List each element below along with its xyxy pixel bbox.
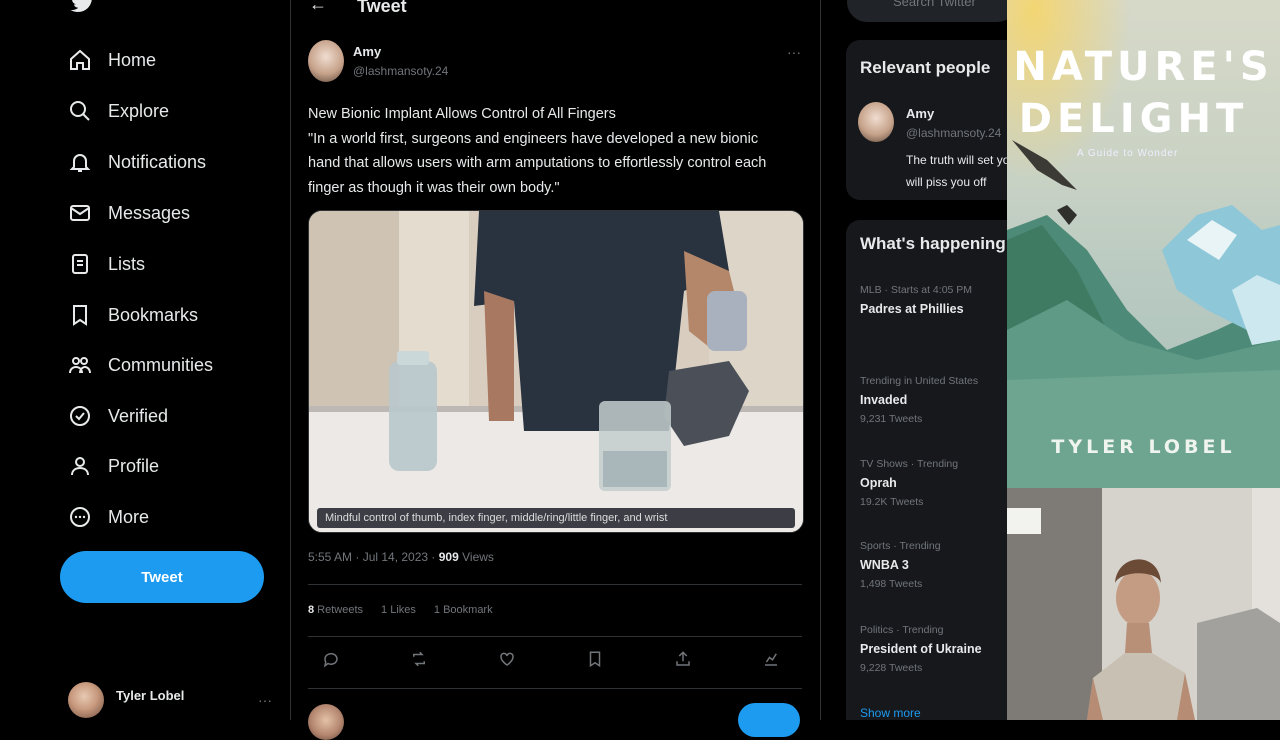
like-icon[interactable] — [497, 649, 517, 669]
book-subtitle: A Guide to Wonder — [1077, 148, 1179, 159]
nav-label-explore: Explore — [108, 100, 170, 121]
reply-avatar — [308, 704, 344, 740]
views-count: 909 — [438, 550, 459, 564]
tweet-text-line: finger as though it was their own body." — [308, 179, 560, 196]
tweet-timestamp[interactable]: 5:55 AM · Jul 14, 2023 · — [308, 550, 439, 564]
retweets-stat[interactable]: 8 Retweets — [308, 604, 363, 616]
author-handle[interactable]: @lashmansoty.24 — [353, 64, 448, 78]
tweet-actions — [321, 649, 781, 669]
tweet-button[interactable]: Tweet — [60, 551, 264, 603]
nav-label-verified: Verified — [108, 405, 169, 426]
tweet-text: New Bionic Implant Allows Control of All… — [308, 102, 802, 200]
trend-item[interactable]: Politics · Trending President of Ukraine… — [860, 624, 982, 674]
nav-label-more: More — [108, 506, 150, 527]
book-author: TYLER LOBEL — [1051, 436, 1236, 458]
relevant-bio: The truth will set you will piss you off — [906, 153, 1007, 189]
tweet-meta: 5:55 AM · Jul 14, 2023 · 909 Views — [308, 550, 494, 564]
webcam-feed-image — [1007, 488, 1280, 720]
relevant-people-title: Relevant people — [860, 58, 991, 77]
video-frame-image — [309, 211, 803, 532]
relevant-name[interactable]: Amy — [906, 106, 934, 121]
nav-label-bookmarks: Bookmarks — [108, 304, 199, 325]
mail-icon — [66, 199, 94, 227]
nav-profile[interactable]: Profile — [66, 446, 159, 486]
nav-home[interactable]: Home — [66, 40, 156, 80]
likes-stat[interactable]: 1 Likes — [381, 604, 416, 616]
nav-more[interactable]: More — [66, 497, 149, 537]
author-name[interactable]: Amy — [353, 44, 381, 59]
nav-bookmarks[interactable]: Bookmarks — [66, 295, 198, 335]
show-more-link[interactable]: Show more — [860, 706, 921, 720]
page-header: ← Tweet — [291, 0, 820, 16]
left-navigation: Home Explore Notifications Messages List… — [0, 0, 290, 720]
retweet-icon[interactable] — [409, 649, 429, 669]
nav-label-notifications: Notifications — [108, 151, 207, 172]
trend-item[interactable]: TV Shows · Trending Oprah 19.2K Tweets — [860, 458, 958, 508]
analytics-icon[interactable] — [761, 649, 781, 669]
list-icon — [66, 250, 94, 278]
share-icon[interactable] — [673, 649, 693, 669]
nav-verified[interactable]: Verified — [66, 396, 168, 436]
right-divider — [820, 0, 821, 720]
book-cover-overlay: NATURE'S DELIGHT A Guide to Wonder TYLER… — [1007, 0, 1280, 488]
nav-label-communities: Communities — [108, 354, 214, 375]
main-column: ← Tweet Amy @lashmansoty.24 ··· New Bion… — [291, 0, 820, 740]
nav-notifications[interactable]: Notifications — [66, 142, 206, 182]
account-name: Tyler Lobel — [116, 688, 185, 703]
nav-messages[interactable]: Messages — [66, 193, 190, 233]
reply-button[interactable] — [738, 703, 800, 737]
person-icon — [66, 452, 94, 480]
more-circle-icon — [66, 503, 94, 531]
page-title: Tweet — [357, 0, 407, 16]
account-switcher[interactable]: Tyler Lobel ··· — [68, 682, 288, 722]
nav-label-profile: Profile — [108, 455, 160, 476]
home-icon — [66, 46, 94, 74]
webcam-overlay — [1007, 488, 1280, 720]
reply-icon[interactable] — [321, 649, 341, 669]
divider — [308, 584, 802, 585]
bookmarks-stat[interactable]: 1 Bookmark — [434, 604, 493, 616]
trend-item[interactable]: Sports · Trending WNBA 3 1,498 Tweets — [860, 540, 941, 590]
account-avatar — [68, 682, 104, 718]
book-title-line1: NATURE'S — [1013, 44, 1274, 90]
divider — [308, 688, 802, 689]
book-title-line2: DELIGHT — [1018, 96, 1249, 142]
bookmark-icon — [66, 301, 94, 329]
author-avatar[interactable] — [308, 40, 344, 82]
tweet-text-line: New Bionic Implant Allows Control of All… — [308, 106, 616, 122]
tweet-video[interactable]: Mindful control of thumb, index finger, … — [308, 210, 804, 533]
nav-communities[interactable]: Communities — [66, 345, 213, 385]
relevant-handle[interactable]: @lashmansoty.24 — [906, 126, 1001, 140]
people-icon — [66, 351, 94, 379]
trend-item[interactable]: Trending in United States Invaded 9,231 … — [860, 375, 978, 425]
video-caption: Mindful control of thumb, index finger, … — [317, 508, 795, 528]
nav-lists[interactable]: Lists — [66, 244, 145, 284]
divider — [308, 636, 802, 637]
views-label: Views — [458, 550, 494, 564]
twitter-logo-icon[interactable] — [70, 0, 96, 14]
nav-label-messages: Messages — [108, 202, 191, 223]
right-sidebar: Search Twitter Relevant people Amy @lash… — [822, 0, 1007, 720]
trend-item[interactable]: MLB · Starts at 4:05 PM Padres at Philli… — [860, 284, 972, 316]
relevant-avatar[interactable] — [858, 102, 894, 142]
bell-icon — [66, 148, 94, 176]
back-arrow-icon[interactable]: ← — [309, 0, 327, 15]
search-icon — [66, 97, 94, 125]
tweet-more-icon[interactable]: ··· — [787, 44, 801, 60]
nav-label-lists: Lists — [108, 253, 146, 274]
whats-happening-title: What's happening — [860, 234, 1006, 253]
account-more-icon[interactable]: ··· — [258, 692, 272, 708]
tweet-stats: 8 Retweets 1 Likes 1 Bookmark — [308, 604, 493, 616]
tweet-text-line: hand that allows users with arm amputati… — [308, 155, 767, 171]
tweet-text-line: "In a world first, surgeons and engineer… — [308, 130, 759, 147]
nav-label-home: Home — [108, 49, 157, 70]
nav-explore[interactable]: Explore — [66, 91, 169, 131]
bookmark-action-icon[interactable] — [585, 649, 605, 669]
verified-icon — [66, 402, 94, 430]
search-input[interactable]: Search Twitter — [847, 0, 1007, 22]
